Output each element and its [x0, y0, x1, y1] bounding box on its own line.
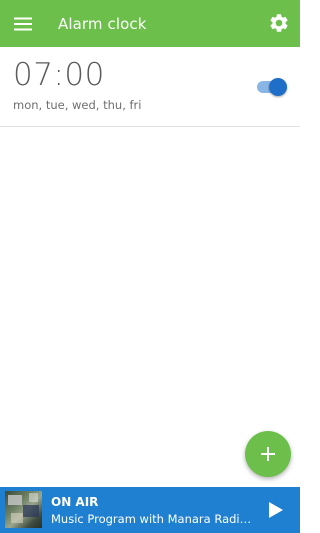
toggle-thumb	[269, 78, 287, 96]
settings-button[interactable]	[266, 10, 292, 36]
station-thumbnail	[5, 491, 42, 528]
play-button[interactable]	[264, 498, 288, 522]
app-bar: Alarm clock	[0, 0, 300, 47]
add-alarm-button[interactable]	[245, 431, 291, 477]
menu-button[interactable]	[0, 0, 46, 47]
radio-player-bar[interactable]: ON AIR Music Program with Manara Radio I…	[0, 487, 300, 533]
player-status: ON AIR	[51, 495, 99, 509]
play-icon	[269, 502, 283, 518]
alarm-item[interactable]: 07:00 mon, tue, wed, thu, fri	[0, 47, 300, 127]
alarm-days: mon, tue, wed, thu, fri	[13, 98, 142, 112]
alarm-time: 07:00	[13, 57, 105, 93]
hamburger-menu-icon	[14, 17, 32, 30]
app-title: Alarm clock	[58, 14, 147, 33]
gear-icon	[270, 14, 288, 32]
alarm-enabled-toggle[interactable]	[256, 77, 287, 97]
alarm-screen: Alarm clock 07:00 mon, tue, wed, thu, fr…	[0, 0, 300, 533]
plus-icon	[261, 447, 275, 461]
player-program-title: Music Program with Manara Radio I...	[51, 512, 256, 526]
